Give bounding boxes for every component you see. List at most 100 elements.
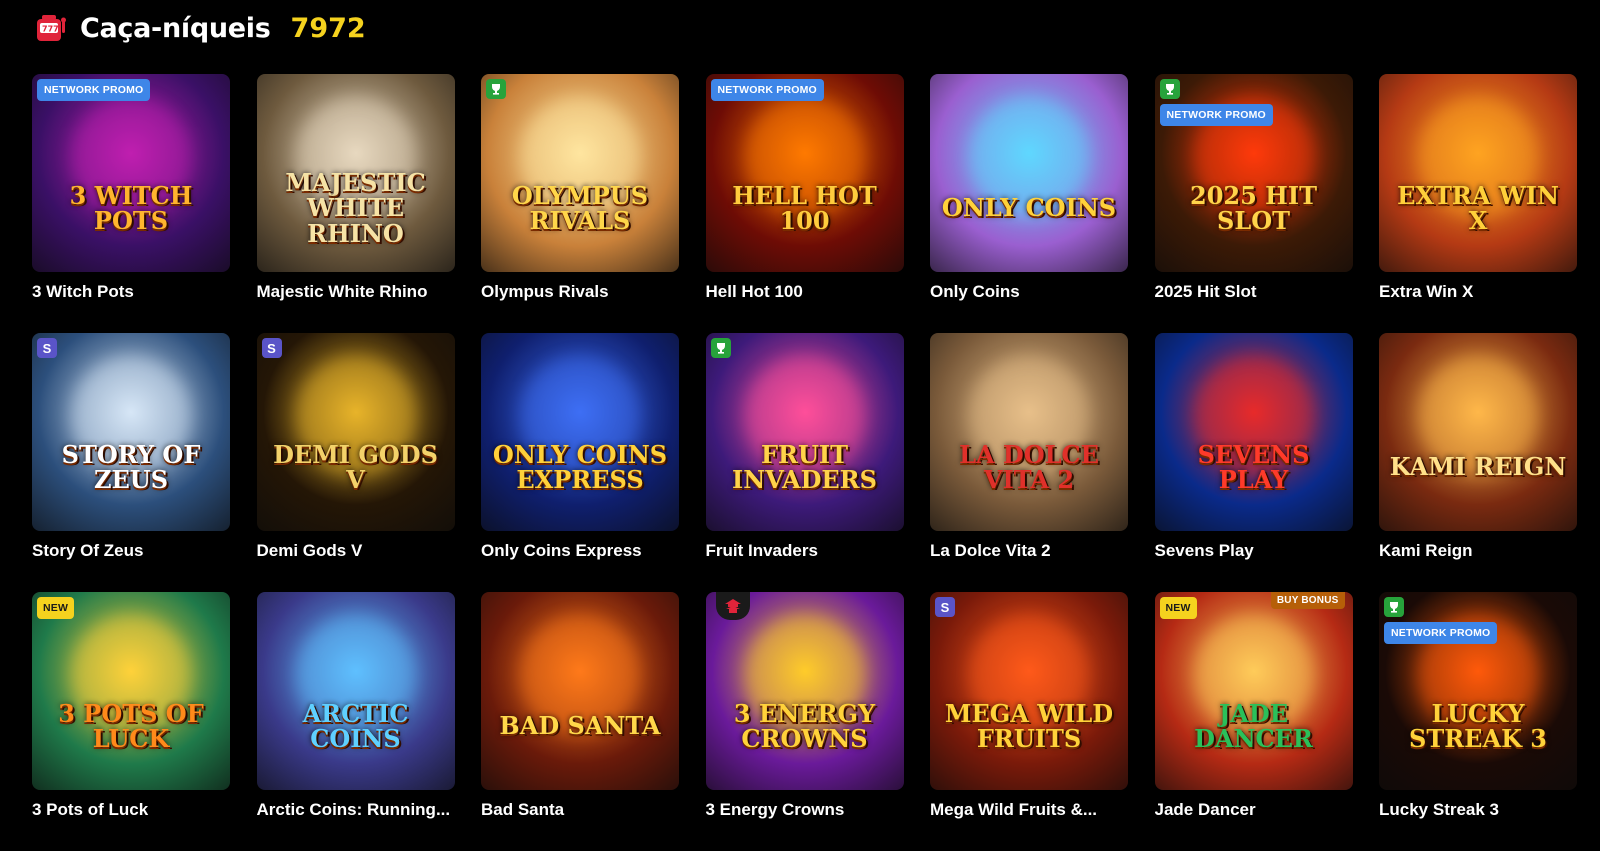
trophy-icon: [1159, 79, 1180, 99]
game-title[interactable]: Demi Gods V: [257, 541, 455, 561]
game-logo: 3 Witch Pots: [69, 180, 193, 235]
game-title[interactable]: Bad Santa: [481, 800, 679, 820]
game-thumbnail[interactable]: Lucky Streak 3 Network Promo: [1379, 592, 1577, 790]
game-thumbnail[interactable]: Bad Santa: [481, 592, 679, 790]
game-card[interactable]: Olympus Rivals Olympus Rivals: [481, 74, 679, 333]
game-title[interactable]: Story Of Zeus: [32, 541, 230, 561]
game-title[interactable]: Jade Dancer: [1155, 800, 1353, 820]
provider-s-icon: S: [935, 597, 955, 617]
game-title[interactable]: Sevens Play: [1155, 541, 1353, 561]
game-title[interactable]: Lucky Streak 3: [1379, 800, 1577, 820]
game-card[interactable]: Only Coins Only Coins: [930, 74, 1128, 333]
game-title[interactable]: 3 Energy Crowns: [706, 800, 904, 820]
game-logo: Majestic White Rhino: [285, 168, 426, 248]
game-thumbnail[interactable]: La Dolce Vita 2: [930, 333, 1128, 531]
game-card[interactable]: Jade Dancer New Buy Bonus Jade Dancer: [1154, 592, 1353, 851]
game-title[interactable]: Olympus Rivals: [481, 282, 679, 302]
network-promo-badge: Network Promo: [1384, 622, 1498, 644]
game-card[interactable]: 3 Energy Crowns 3 Energy Crowns: [705, 592, 904, 851]
game-card[interactable]: Bad Santa Bad Santa: [481, 592, 679, 851]
new-badge: New: [1159, 597, 1197, 619]
game-title[interactable]: Kami Reign: [1379, 541, 1577, 561]
game-title[interactable]: 3 Witch Pots: [32, 282, 230, 302]
game-card[interactable]: Mega Wild Fruits S Mega Wild Fruits &...: [930, 592, 1128, 851]
game-thumbnail[interactable]: Extra Win X: [1379, 74, 1577, 272]
game-thumbnail[interactable]: 2025 Hit Slot Network Promo: [1154, 74, 1353, 272]
game-logo: Bad Santa: [499, 711, 661, 741]
game-thumbnail[interactable]: Majestic White Rhino: [256, 74, 455, 272]
buy-bonus-badge: Buy Bonus: [1270, 592, 1345, 609]
game-logo: Lucky Streak 3: [1409, 698, 1547, 753]
game-card[interactable]: 3 Witch Pots Network Promo 3 Witch Pots: [32, 74, 230, 333]
games-grid: 3 Witch Pots Network Promo 3 Witch Pots Maj…: [32, 74, 1577, 851]
provider-s-icon: S: [37, 338, 57, 358]
provider-pagoda-icon: [715, 592, 750, 620]
game-logo: La Dolce Vita 2: [959, 439, 1099, 494]
game-card[interactable]: Fruit Invaders Fruit Invaders: [705, 333, 904, 592]
game-thumbnail[interactable]: Kami Reign: [1379, 333, 1577, 531]
game-thumbnail[interactable]: 3 Witch Pots Network Promo: [32, 74, 230, 272]
game-title[interactable]: Hell Hot 100: [706, 282, 904, 302]
game-title[interactable]: Fruit Invaders: [706, 541, 904, 561]
game-card[interactable]: Extra Win X Extra Win X: [1379, 74, 1577, 333]
game-logo: Arctic Coins: [302, 698, 409, 753]
page-title: Caça-níqueis: [80, 12, 271, 44]
network-promo-badge: Network Promo: [37, 79, 151, 101]
game-logo: 3 Energy Crowns: [733, 698, 876, 753]
game-card[interactable]: Only Coins Express Only Coins Express: [481, 333, 679, 592]
game-thumbnail[interactable]: Fruit Invaders: [705, 333, 904, 531]
game-logo: Mega Wild Fruits: [944, 698, 1114, 753]
svg-text:777: 777: [42, 25, 59, 34]
game-title[interactable]: Only Coins: [930, 282, 1128, 302]
game-card[interactable]: 3 Pots of Luck New 3 Pots of Luck: [32, 592, 230, 851]
game-thumbnail[interactable]: 3 Pots of Luck New: [32, 592, 230, 790]
trophy-icon: [1384, 597, 1404, 617]
game-card[interactable]: Sevens Play Sevens Play: [1154, 333, 1353, 592]
game-logo: Olympus Rivals: [511, 180, 649, 235]
game-title[interactable]: 2025 Hit Slot: [1155, 282, 1353, 302]
game-title[interactable]: 3 Pots of Luck: [32, 800, 230, 820]
game-logo: Fruit Invaders: [732, 439, 877, 494]
game-logo: Kami Reign: [1389, 452, 1567, 482]
game-card[interactable]: Kami Reign Kami Reign: [1379, 333, 1577, 592]
game-logo: 3 Pots of Luck: [58, 698, 204, 753]
trophy-icon: [486, 79, 506, 99]
game-card[interactable]: Hell Hot 100 Network Promo Hell Hot 100: [705, 74, 904, 333]
trophy-icon: [710, 338, 731, 358]
game-card[interactable]: Arctic Coins Arctic Coins: Running...: [256, 592, 455, 851]
game-title[interactable]: Arctic Coins: Running...: [257, 800, 455, 820]
game-title[interactable]: Only Coins Express: [481, 541, 679, 561]
game-logo: Only Coins: [941, 193, 1117, 223]
game-card[interactable]: Majestic White Rhino Majestic White Rhino: [256, 74, 455, 333]
game-logo: Jade Dancer: [1194, 698, 1313, 753]
game-title[interactable]: La Dolce Vita 2: [930, 541, 1128, 561]
game-logo: Only Coins Express: [492, 439, 668, 494]
game-card[interactable]: 2025 Hit Slot Network Promo 2025 Hit Slot: [1154, 74, 1353, 333]
slot-machine-icon: 777: [37, 15, 66, 41]
game-thumbnail[interactable]: Jade Dancer New Buy Bonus: [1154, 592, 1353, 790]
game-logo: Extra Win X: [1397, 180, 1559, 235]
game-thumbnail[interactable]: Story Of Zeus S: [32, 333, 230, 531]
game-thumbnail[interactable]: Sevens Play: [1154, 333, 1353, 531]
game-card[interactable]: Demi Gods V S Demi Gods V: [256, 333, 455, 592]
game-card[interactable]: La Dolce Vita 2 La Dolce Vita 2: [930, 333, 1128, 592]
game-thumbnail[interactable]: Olympus Rivals: [481, 74, 679, 272]
game-thumbnail[interactable]: Arctic Coins: [256, 592, 455, 790]
game-card[interactable]: Story Of Zeus S Story Of Zeus: [32, 333, 230, 592]
game-card[interactable]: Lucky Streak 3 Network Promo Lucky Streak …: [1379, 592, 1577, 851]
game-logo: Sevens Play: [1197, 439, 1310, 494]
game-title[interactable]: Majestic White Rhino: [257, 282, 455, 302]
game-logo: Hell Hot 100: [732, 180, 877, 235]
game-thumbnail[interactable]: Hell Hot 100 Network Promo: [705, 74, 904, 272]
game-thumbnail[interactable]: Only Coins: [930, 74, 1128, 272]
game-thumbnail[interactable]: Mega Wild Fruits S: [930, 592, 1128, 790]
game-logo: Story Of Zeus: [61, 439, 201, 494]
game-thumbnail[interactable]: Demi Gods V S: [256, 333, 455, 531]
network-promo-badge: Network Promo: [1159, 104, 1273, 126]
game-thumbnail[interactable]: Only Coins Express: [481, 333, 679, 531]
game-title[interactable]: Extra Win X: [1379, 282, 1577, 302]
game-thumbnail[interactable]: 3 Energy Crowns: [705, 592, 904, 790]
game-logo: 2025 Hit Slot: [1190, 180, 1317, 235]
games-count: 7972: [290, 12, 366, 44]
game-title[interactable]: Mega Wild Fruits &...: [930, 800, 1128, 820]
